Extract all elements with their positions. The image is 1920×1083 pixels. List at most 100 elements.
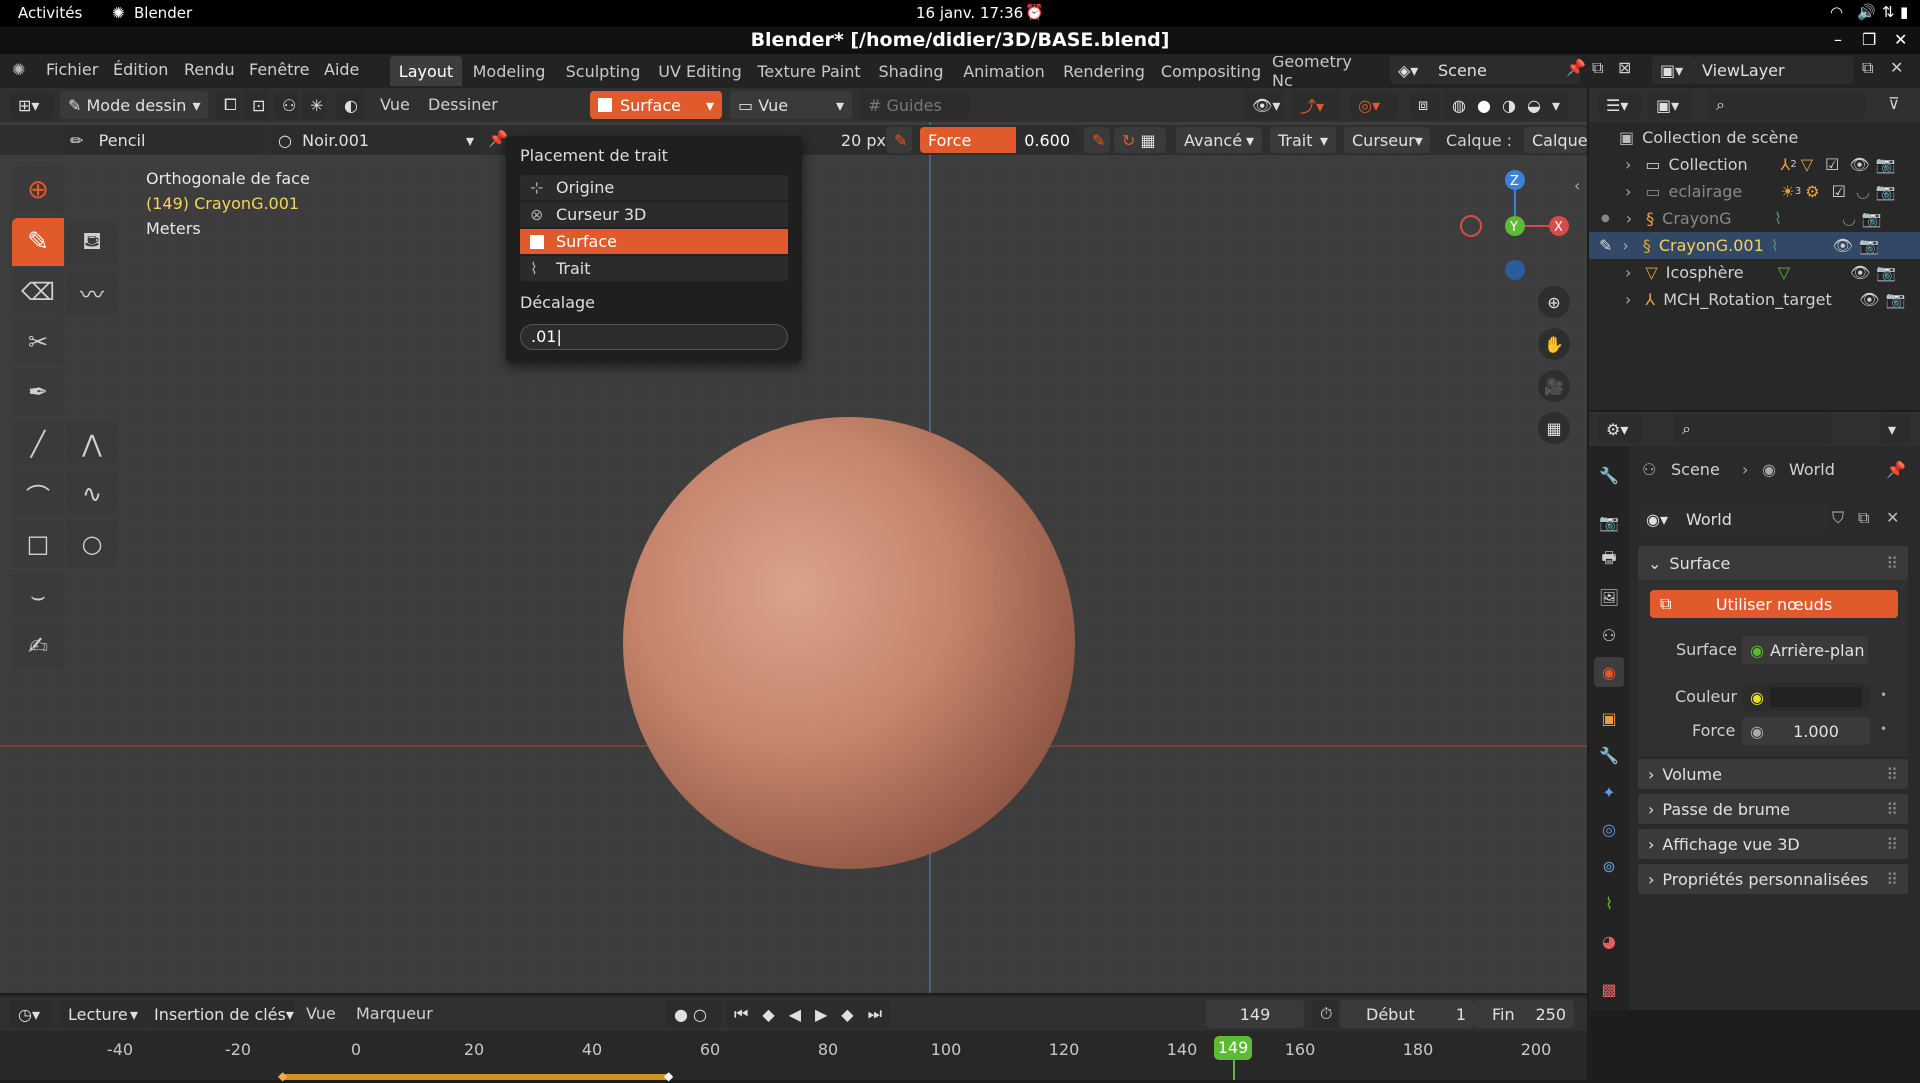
drag-handle-icon[interactable]: ⠿ [1886, 870, 1898, 889]
expand-icon[interactable]: › [1625, 155, 1631, 174]
viewlayer-browse-button[interactable]: ▣▾ [1652, 56, 1694, 84]
tab-rendering[interactable]: Rendering [1058, 56, 1150, 86]
menu-edit[interactable]: Édition [113, 60, 168, 79]
xray-icon[interactable]: ⧈ [1410, 91, 1440, 119]
ortho-grid-icon[interactable]: ▦ [1538, 412, 1570, 444]
tint-tool[interactable]: 〰 [66, 268, 118, 316]
pin-icon[interactable]: 📌 [1566, 58, 1586, 77]
use-nodes-button[interactable]: ⧉ Utiliser nœuds [1650, 590, 1898, 618]
chevron-down-icon[interactable]: ▾ [1552, 96, 1560, 115]
properties-options[interactable]: ▾ [1880, 415, 1910, 443]
outliner-item-mch[interactable]: › ⅄ MCH_Rotation_target 👁 📷 [1589, 286, 1920, 313]
timeline-ruler[interactable]: -40 -20 0 20 40 60 80 100 120 140 160 18… [0, 1031, 1587, 1083]
solid-icon[interactable]: ● [1477, 96, 1491, 115]
menu-render[interactable]: Rendu [184, 60, 235, 79]
edit-lines-icon[interactable]: ⊡ [244, 91, 268, 119]
unlink-icon[interactable]: ✕ [1886, 508, 1899, 527]
keyframe-dot-icon[interactable]: • [1880, 722, 1887, 736]
sculpt-icon[interactable]: ⚇ [274, 91, 298, 119]
custom-properties-panel[interactable]: › Propriétés personnalisées ⠿ [1638, 864, 1908, 894]
visibility-dropdown[interactable]: 👁▾ [1244, 91, 1284, 119]
tab-compositing[interactable]: Compositing [1158, 56, 1264, 86]
new-viewlayer-icon[interactable]: ⧉ [1862, 58, 1873, 78]
timeline-editor-type[interactable]: ◷▾ [10, 1000, 52, 1028]
placement-cursor3d[interactable]: ⊗ Curseur 3D [520, 202, 788, 228]
pressure-radius-icon[interactable]: ✎ [886, 127, 912, 153]
curve-tool[interactable]: ∿ [66, 470, 118, 518]
guides-toggle[interactable]: # Guides [860, 91, 970, 119]
next-key-icon[interactable]: ◆ [841, 1005, 853, 1024]
mode-dropdown[interactable]: ✎ Mode dessin ▾ [60, 91, 208, 119]
menu-help[interactable]: Aide [324, 60, 359, 79]
arc-tool[interactable]: ⌒ [12, 470, 64, 518]
activities-button[interactable]: Activités [18, 4, 82, 22]
playhead[interactable]: 149 [1214, 1036, 1252, 1060]
fill-tool[interactable]: ⛾ [66, 218, 118, 266]
orientation-dropdown[interactable]: ▭ Vue ▾ [730, 91, 852, 119]
play-reverse-icon[interactable]: ◀ [789, 1005, 801, 1024]
keyframe-dot-icon[interactable]: • [1880, 688, 1887, 702]
multiframe-icon[interactable]: ⧠ [216, 91, 240, 119]
material-icon[interactable]: ◑ [1502, 96, 1516, 115]
maximize-icon[interactable]: ❐ [1862, 30, 1876, 49]
data-tab-icon[interactable]: ⌇ [1594, 888, 1624, 918]
color-swatch[interactable] [1769, 687, 1862, 707]
auto-key-button[interactable]: ● ○ [666, 1000, 722, 1028]
eye-icon[interactable]: 👁 [1850, 263, 1870, 282]
outliner-editor-type[interactable]: ☰▾ [1598, 91, 1642, 119]
keyframe-diamond-icon[interactable]: ◆ [664, 1069, 673, 1083]
properties-search[interactable]: ⌕ [1674, 415, 1832, 443]
viewlayer-name-field[interactable]: ViewLayer [1694, 56, 1854, 84]
eye-icon[interactable]: 👁 [1849, 155, 1869, 174]
tab-animation[interactable]: Animation [958, 56, 1050, 86]
physics-tab-icon[interactable]: ◎ [1594, 814, 1624, 844]
volume-panel[interactable]: › Volume ⠿ [1638, 759, 1908, 789]
play-icon[interactable]: ▶ [815, 1005, 827, 1024]
line-tool[interactable]: ╱ [12, 420, 64, 468]
outliner-item-crayong001[interactable]: ✎ › § CrayonG.001 ⌇ 👁 📷 [1589, 232, 1920, 259]
constraints-tab-icon[interactable]: ⊚ [1594, 851, 1624, 881]
prev-key-icon[interactable]: ◆ [762, 1005, 774, 1024]
tab-shading[interactable]: Shading [872, 56, 950, 86]
circle-tool[interactable]: ○ [66, 520, 118, 568]
strength-field[interactable]: ◉ 1.000 [1742, 717, 1870, 745]
erase-tool[interactable]: ⌫ [12, 268, 64, 316]
menu-window[interactable]: Fenêtre [249, 60, 310, 79]
gizmo-toggle[interactable]: ⤴▾ [1292, 91, 1340, 119]
expand-icon[interactable]: › [1625, 182, 1631, 201]
drag-handle-icon[interactable]: ⠿ [1886, 800, 1898, 819]
outliner-root[interactable]: ▣ Collection de scène [1589, 124, 1920, 151]
tab-uv-editing[interactable]: UV Editing [654, 56, 746, 86]
outliner-item-eclairage[interactable]: › ▭ eclairage ☀ 3 ⚙ ☑ ◡ 📷 [1589, 178, 1920, 205]
placement-surface[interactable]: Surface [520, 229, 788, 255]
force-slider[interactable]: Force 0.600 [920, 127, 1078, 153]
expand-icon[interactable]: › [1622, 236, 1628, 255]
camera-icon[interactable]: 🎥 [1538, 370, 1570, 402]
outliner-item-crayong[interactable]: ● › § CrayonG ⌇ ◡ 📷 [1589, 205, 1920, 232]
expand-icon[interactable]: › [1625, 263, 1631, 282]
delete-scene-icon[interactable]: ⊠ [1618, 58, 1631, 77]
eye-icon[interactable]: 👁 [1859, 290, 1879, 309]
new-scene-icon[interactable]: ⧉ [1592, 58, 1603, 78]
delete-viewlayer-icon[interactable]: ✕ [1890, 58, 1903, 77]
offset-input[interactable]: .01| [520, 324, 788, 350]
chevron-left-icon[interactable]: ‹ [1574, 176, 1580, 195]
checkbox-icon[interactable]: ☑ [1832, 182, 1846, 201]
shading-buttons[interactable]: ◍ ● ◑ ◒ ▾ [1444, 91, 1568, 119]
fake-user-icon[interactable]: ⛉ [1832, 508, 1844, 528]
autoshape-icon[interactable]: ◐ [336, 91, 364, 119]
duplicate-icon[interactable]: ⧉ [1858, 508, 1869, 528]
camera-render-icon[interactable]: 📷 [1862, 209, 1882, 228]
start-frame-field[interactable]: Début 1 [1340, 1000, 1474, 1028]
preview-range-icon[interactable]: ⏱ [1312, 1000, 1338, 1028]
blender-menu-icon[interactable]: ✺ [12, 60, 25, 79]
world-name-field[interactable]: World [1678, 505, 1828, 533]
navigation-gizmo[interactable]: Z X Y [1455, 168, 1585, 288]
drag-handle-icon[interactable]: ⠿ [1886, 554, 1898, 573]
placement-origin[interactable]: ⊹ Origine [520, 175, 788, 201]
playback-controls[interactable]: ⏮ ◆ ◀ ▶ ◆ ⏭ [726, 1000, 890, 1028]
menu-draw[interactable]: Dessiner [428, 95, 498, 114]
pressure-force-icon[interactable]: ✎ [1084, 127, 1110, 153]
clock[interactable]: 16 janv. 17:36 [916, 4, 1023, 22]
mist-pass-panel[interactable]: › Passe de brume ⠿ [1638, 794, 1908, 824]
